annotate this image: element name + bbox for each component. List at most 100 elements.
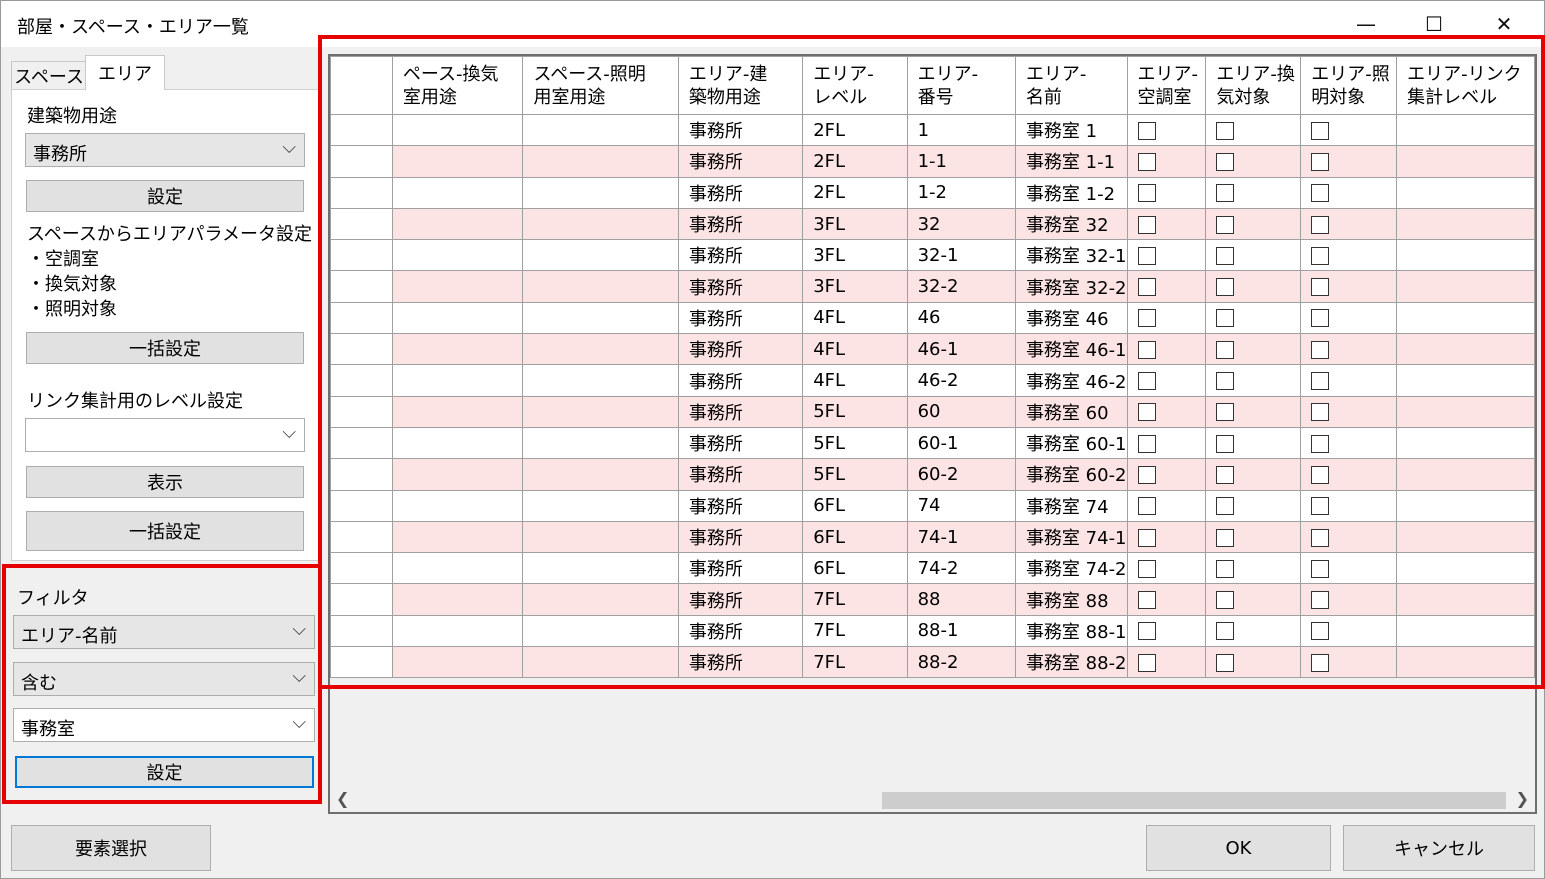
area-level-cell[interactable]: 4FL — [802, 364, 908, 397]
space-ventilation-use-cell[interactable] — [391, 646, 524, 679]
filter-condition-select[interactable]: 含む ⌵ — [13, 662, 315, 696]
space-lighting-use-cell[interactable] — [522, 270, 679, 303]
area-name-cell[interactable]: 事務室 60 — [1014, 395, 1128, 428]
area-name-cell[interactable]: 事務室 74 — [1014, 489, 1128, 522]
bulk-set-button[interactable]: 一括設定 — [26, 332, 304, 364]
area-name-cell[interactable]: 事務室 60-2 — [1014, 458, 1128, 491]
column-header[interactable]: エリア- 空調室 — [1126, 56, 1207, 115]
area-name-cell[interactable]: 事務室 1-2 — [1014, 176, 1128, 209]
area-lighting-checkbox[interactable] — [1311, 622, 1330, 641]
table-row[interactable]: 事務所 4FL 46-2 事務室 46-2 — [330, 364, 1535, 397]
area-number-cell[interactable]: 74-1 — [906, 520, 1016, 554]
area-link-level-cell[interactable] — [1396, 333, 1535, 366]
space-ventilation-use-cell[interactable] — [391, 489, 524, 522]
area-level-cell[interactable]: 2FL — [802, 145, 908, 178]
area-lighting-checkbox[interactable] — [1311, 215, 1330, 234]
row-header[interactable] — [330, 458, 393, 491]
row-header[interactable] — [330, 239, 393, 272]
area-number-cell[interactable]: 1-1 — [906, 145, 1016, 178]
space-ventilation-use-cell[interactable] — [391, 395, 524, 428]
area-building-use-cell[interactable]: 事務所 — [677, 113, 804, 147]
table-row[interactable]: 事務所 4FL 46 事務室 46 — [330, 301, 1535, 335]
space-ventilation-use-cell[interactable] — [391, 145, 524, 178]
area-ac-room-checkbox[interactable] — [1137, 278, 1156, 297]
row-header[interactable] — [330, 614, 393, 648]
area-name-cell[interactable]: 事務室 46-2 — [1014, 364, 1128, 397]
space-ventilation-use-cell[interactable] — [391, 176, 524, 209]
column-header[interactable]: エリア- 名前 — [1014, 56, 1128, 115]
area-name-cell[interactable]: 事務室 46-1 — [1014, 333, 1128, 366]
table-row[interactable]: 事務所 3FL 32 事務室 32 — [330, 207, 1535, 241]
row-header[interactable] — [330, 646, 393, 679]
area-lighting-checkbox[interactable] — [1311, 309, 1330, 328]
link-level-select[interactable]: ⌵ — [25, 418, 305, 452]
area-link-level-cell[interactable] — [1396, 520, 1535, 554]
space-lighting-use-cell[interactable] — [522, 583, 679, 616]
area-building-use-cell[interactable]: 事務所 — [677, 239, 804, 272]
area-number-cell[interactable]: 46 — [906, 301, 1016, 335]
row-header[interactable] — [330, 207, 393, 241]
area-building-use-cell[interactable]: 事務所 — [677, 614, 804, 648]
area-name-cell[interactable]: 事務室 1-1 — [1014, 145, 1128, 178]
space-ventilation-use-cell[interactable] — [391, 113, 524, 147]
area-building-use-cell[interactable]: 事務所 — [677, 646, 804, 679]
area-level-cell[interactable]: 7FL — [802, 614, 908, 648]
area-name-cell[interactable]: 事務室 88 — [1014, 583, 1128, 616]
area-level-cell[interactable]: 7FL — [802, 583, 908, 616]
building-use-set-button[interactable]: 設定 — [26, 180, 304, 212]
area-ac-room-checkbox[interactable] — [1137, 246, 1156, 265]
area-name-cell[interactable]: 事務室 32-1 — [1014, 239, 1128, 272]
area-ac-room-checkbox[interactable] — [1137, 591, 1156, 610]
area-number-cell[interactable]: 1 — [906, 113, 1016, 147]
area-link-level-cell[interactable] — [1396, 176, 1535, 209]
space-lighting-use-cell[interactable] — [522, 113, 679, 147]
area-ac-room-checkbox[interactable] — [1137, 653, 1156, 672]
area-link-level-cell[interactable] — [1396, 364, 1535, 397]
table-row[interactable]: 事務所 6FL 74-2 事務室 74-2 — [330, 552, 1535, 585]
area-ac-room-checkbox[interactable] — [1137, 622, 1156, 641]
space-ventilation-use-cell[interactable] — [391, 583, 524, 616]
area-ventilation-checkbox[interactable] — [1216, 497, 1235, 516]
space-lighting-use-cell[interactable] — [522, 646, 679, 679]
area-link-level-cell[interactable] — [1396, 583, 1535, 616]
area-building-use-cell[interactable]: 事務所 — [677, 395, 804, 428]
area-number-cell[interactable]: 32 — [906, 207, 1016, 241]
area-ac-room-checkbox[interactable] — [1137, 497, 1156, 516]
space-ventilation-use-cell[interactable] — [391, 270, 524, 303]
area-lighting-checkbox[interactable] — [1311, 152, 1330, 171]
table-row[interactable]: 事務所 2FL 1 事務室 1 — [330, 113, 1535, 147]
area-ac-room-checkbox[interactable] — [1137, 559, 1156, 578]
table-row[interactable]: 事務所 7FL 88-2 事務室 88-2 — [330, 646, 1535, 679]
scrollbar-thumb[interactable] — [882, 792, 1506, 809]
space-lighting-use-cell[interactable] — [522, 520, 679, 554]
table-row[interactable]: 事務所 3FL 32-1 事務室 32-1 — [330, 239, 1535, 272]
area-ventilation-checkbox[interactable] — [1216, 622, 1235, 641]
tab-space[interactable]: スペース — [11, 61, 87, 91]
space-ventilation-use-cell[interactable] — [391, 458, 524, 491]
row-header[interactable] — [330, 270, 393, 303]
space-lighting-use-cell[interactable] — [522, 395, 679, 428]
area-number-cell[interactable]: 1-2 — [906, 176, 1016, 209]
row-header[interactable] — [330, 176, 393, 209]
area-number-cell[interactable]: 60-1 — [906, 426, 1016, 460]
area-ac-room-checkbox[interactable] — [1137, 215, 1156, 234]
space-ventilation-use-cell[interactable] — [391, 301, 524, 335]
row-header[interactable] — [330, 489, 393, 522]
area-ac-room-checkbox[interactable] — [1137, 403, 1156, 422]
area-link-level-cell[interactable] — [1396, 458, 1535, 491]
area-name-cell[interactable]: 事務室 88-2 — [1014, 646, 1128, 679]
space-lighting-use-cell[interactable] — [522, 176, 679, 209]
area-ventilation-checkbox[interactable] — [1216, 403, 1235, 422]
area-name-cell[interactable]: 事務室 32-2 — [1014, 270, 1128, 303]
table-row[interactable]: 事務所 5FL 60 事務室 60 — [330, 395, 1535, 428]
area-building-use-cell[interactable]: 事務所 — [677, 552, 804, 585]
column-header[interactable]: エリア-建 築物用途 — [677, 56, 804, 115]
area-link-level-cell[interactable] — [1396, 301, 1535, 335]
area-lighting-checkbox[interactable] — [1311, 403, 1330, 422]
space-ventilation-use-cell[interactable] — [391, 333, 524, 366]
scroll-right-icon[interactable]: ❯ — [1516, 789, 1529, 808]
table-row[interactable]: 事務所 5FL 60-2 事務室 60-2 — [330, 458, 1535, 491]
column-header[interactable]: スペース-照明 用室用途 — [522, 56, 679, 115]
area-lighting-checkbox[interactable] — [1311, 559, 1330, 578]
area-lighting-checkbox[interactable] — [1311, 497, 1330, 516]
